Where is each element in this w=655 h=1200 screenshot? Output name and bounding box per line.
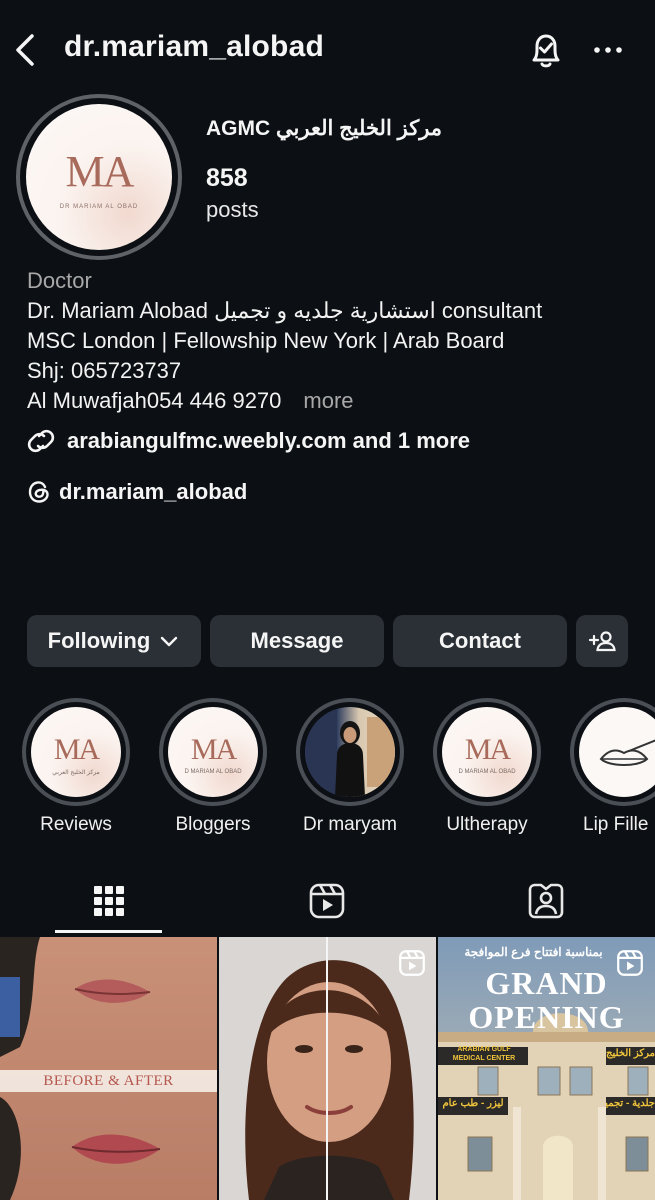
ellipsis-icon: [594, 47, 622, 53]
threads-handle[interactable]: dr.mariam_alobad: [59, 479, 247, 505]
threads-badge[interactable]: dr.mariam_alobad: [27, 475, 247, 509]
avatar-subtext: DR MARIAM AL OBAD: [59, 204, 139, 210]
chevron-down-icon: [161, 636, 178, 647]
person-silhouette: [305, 707, 395, 797]
highlight-subtext: مركز الخليج العربي: [52, 770, 100, 776]
lips-icon: [599, 739, 655, 766]
reel-badge-icon: [399, 950, 425, 976]
highlight-photo: [305, 707, 395, 797]
profile-link[interactable]: arabiangulfmc.weebly.com and 1 more: [27, 424, 470, 458]
bio-line: Al Muwafjah054 446 9270: [27, 388, 282, 413]
opening-banner-text: بمناسبة افتتاح فرع الموافجة: [464, 945, 603, 959]
highlight-monogram: MA: [190, 733, 237, 766]
highlight-monogram: MA: [464, 733, 511, 766]
opening-text: OPENING: [468, 999, 625, 1035]
posts-label: posts: [206, 197, 259, 222]
highlight-label: Reviews: [40, 814, 112, 835]
avatar[interactable]: MA DR MARIAM AL OBAD: [26, 104, 172, 250]
highlight-cover: MA D MARIAM AL OBAD: [168, 707, 258, 797]
highlight-label: Dr maryam: [303, 814, 397, 835]
bio-line-wrap: Al Muwafjah054 446 9270 more: [27, 388, 354, 414]
highlight-label: Bloggers: [175, 814, 251, 835]
back-button[interactable]: [10, 28, 44, 72]
highlight-ring: [296, 698, 404, 806]
profile-username: dr.mariam_alobad: [64, 30, 324, 63]
bio-line: Dr. Mariam Alobad استشارية جلديه و تجميل…: [27, 298, 543, 323]
highlight-cover: [579, 707, 655, 797]
highlight-ring: [570, 698, 655, 806]
chevron-left-icon: [16, 34, 34, 66]
contact-button[interactable]: Contact: [393, 615, 567, 667]
notifications-button[interactable]: [526, 28, 566, 72]
grid-icon: [94, 886, 124, 916]
more-options-button[interactable]: [588, 28, 628, 72]
highlight-ring: MA D MARIAM AL OBAD: [159, 698, 267, 806]
tab-tagged[interactable]: [437, 870, 655, 932]
highlight-reviews[interactable]: MA مركز الخليج العربي Reviews: [22, 698, 130, 836]
contact-label: Contact: [439, 628, 521, 653]
profile-category: Doctor: [27, 268, 92, 293]
highlight-ring: MA مركز الخليج العربي: [22, 698, 130, 806]
services-sign-right: جلدية - تجميل: [606, 1098, 655, 1109]
tab-posts-grid[interactable]: [0, 870, 218, 932]
highlight-label: Lip Fille: [583, 814, 649, 835]
bell-check-icon: [532, 34, 560, 68]
posts-count[interactable]: 858: [206, 164, 248, 193]
post-tile-2[interactable]: [219, 937, 436, 1200]
display-name: مركز الخليج العربي AGMC: [206, 117, 443, 140]
link-icon: [27, 429, 55, 453]
clinic-sign-arabic: مركز الخليج العربي: [606, 1048, 655, 1059]
highlight-subtext: D MARIAM AL OBAD: [458, 769, 516, 775]
tab-reels[interactable]: [218, 870, 436, 932]
highlight-cover: MA D MARIAM AL OBAD: [442, 707, 532, 797]
before-after-lips-photo: [0, 937, 217, 1200]
following-label: Following: [47, 628, 151, 653]
post-tile-3[interactable]: بمناسبة افتتاح فرع الموافجة GRAND OPENIN…: [438, 937, 655, 1200]
clinic-sign-text: ARABIAN GULF MEDICAL CENTER: [452, 1046, 516, 1062]
highlight-subtext: D MARIAM AL OBAD: [184, 769, 242, 775]
highlight-cover: MA مركز الخليج العربي: [31, 707, 121, 797]
highlight-ring: MA D MARIAM AL OBAD: [433, 698, 541, 806]
active-tab-indicator: [55, 930, 162, 933]
bio-more-link[interactable]: more: [303, 388, 353, 413]
message-button[interactable]: Message: [210, 615, 384, 667]
add-person-icon: [588, 631, 616, 652]
suggested-users-button[interactable]: [576, 615, 628, 667]
threads-icon: [28, 481, 49, 503]
bio-line: Shj: 065723737: [27, 358, 182, 383]
highlight-monogram: MA: [53, 733, 100, 766]
highlight-dr-maryam[interactable]: Dr maryam: [296, 698, 404, 836]
message-label: Message: [250, 628, 344, 653]
highlight-label: Ultherapy: [446, 814, 528, 835]
following-button[interactable]: Following: [27, 615, 201, 667]
post-tile-1[interactable]: BEFORE & AFTER: [0, 937, 217, 1200]
reel-badge-icon: [617, 950, 643, 976]
reels-icon: [309, 883, 345, 919]
profile-link-text[interactable]: arabiangulfmc.weebly.com and 1 more: [67, 428, 470, 454]
bio-line: MSC London | Fellowship New York | Arab …: [27, 328, 505, 353]
highlight-lip-filler[interactable]: Lip Fille: [570, 698, 655, 836]
tagged-icon: [528, 883, 564, 919]
avatar-monogram: MA: [65, 147, 135, 196]
services-sign-left: ليزر - طب عام: [442, 1098, 504, 1109]
highlight-bloggers[interactable]: MA D MARIAM AL OBAD Bloggers: [159, 698, 267, 836]
before-after-caption: BEFORE & AFTER: [43, 1073, 174, 1089]
highlight-ultherapy[interactable]: MA D MARIAM AL OBAD Ultherapy: [433, 698, 541, 836]
